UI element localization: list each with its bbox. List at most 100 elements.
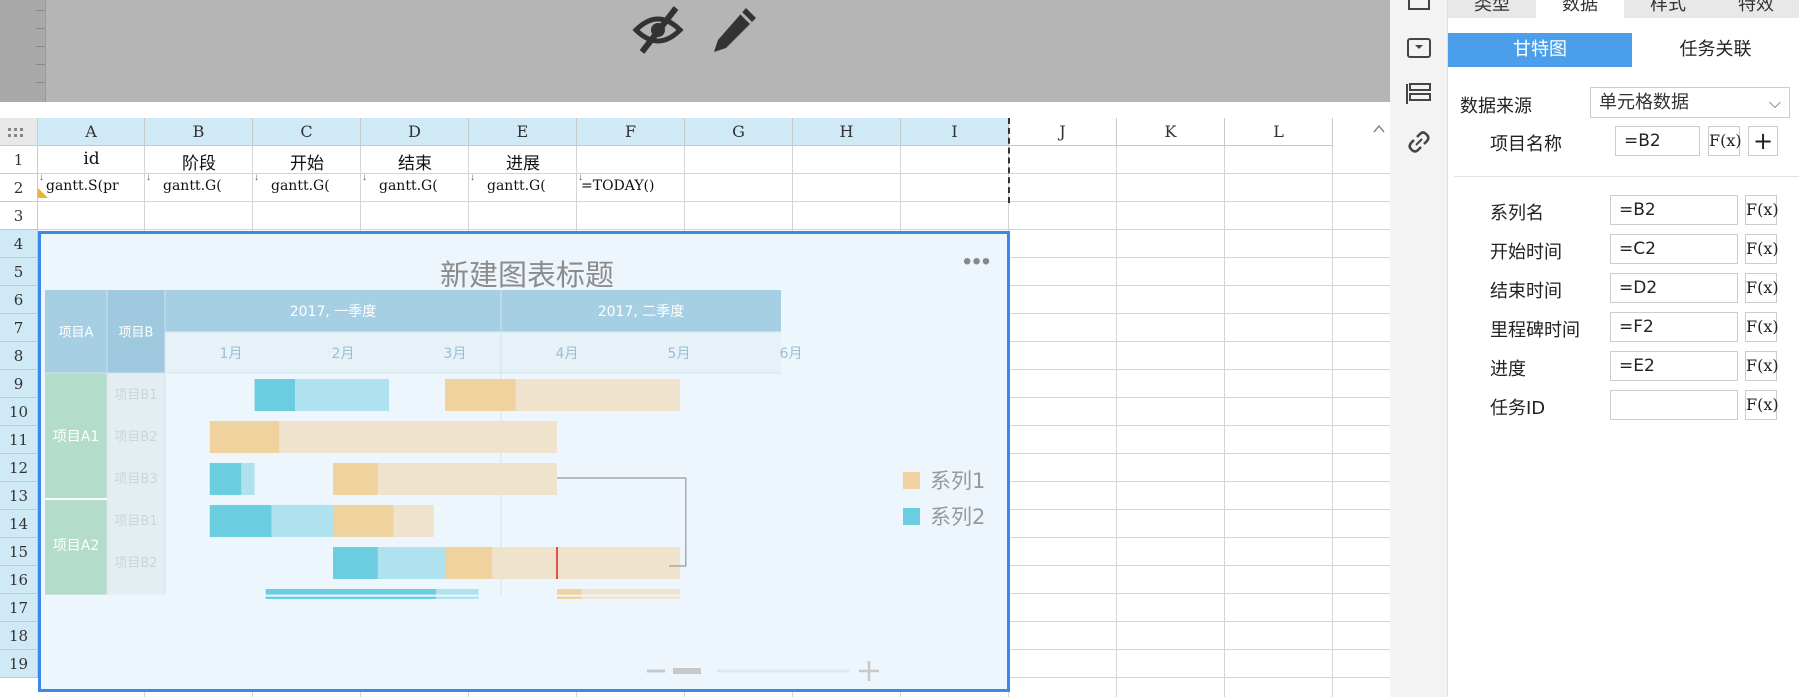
cell-A2[interactable]: gantt.S(pr: [38, 178, 145, 194]
field-row: 里程碑时间 =F2 F(x): [1448, 312, 1799, 342]
fx-button[interactable]: F(x): [1745, 234, 1779, 264]
row-header-5[interactable]: 5: [0, 258, 38, 286]
project-name-input[interactable]: =B2: [1615, 126, 1700, 156]
fx-button[interactable]: F(x): [1745, 312, 1779, 342]
cell-B1[interactable]: 阶段: [145, 149, 253, 174]
row-header-19[interactable]: 19: [0, 650, 38, 678]
gantt-bar-progress: [209, 505, 272, 537]
cell-C1[interactable]: 开始: [253, 149, 361, 174]
tab-data[interactable]: 数据: [1536, 0, 1624, 18]
row-header-3[interactable]: 3: [0, 202, 38, 230]
fx-button[interactable]: F(x): [1745, 273, 1779, 303]
dropdown-box-icon[interactable]: [1404, 33, 1434, 63]
field-input[interactable]: =E2: [1610, 351, 1738, 381]
column-header-E[interactable]: E: [469, 118, 577, 146]
row-header-6[interactable]: 6: [0, 286, 38, 314]
task-label: 项目B1: [114, 388, 157, 403]
field-label: 任务ID: [1490, 398, 1546, 419]
field-input[interactable]: [1610, 390, 1738, 420]
field-input[interactable]: =C2: [1610, 234, 1738, 264]
window-icon[interactable]: [1404, 0, 1434, 16]
row-header-7[interactable]: 7: [0, 314, 38, 342]
field-input[interactable]: =F2: [1610, 312, 1738, 342]
row-header-17[interactable]: 17: [0, 594, 38, 622]
row-header-13[interactable]: 13: [0, 482, 38, 510]
property-panel: 类型 数据 样式 特效 甘特图 任务关联 数据来源 单元格数据 ⌵ 项目名称 =…: [1448, 0, 1799, 697]
fx-button[interactable]: F(x): [1745, 390, 1779, 420]
link-icon[interactable]: [1404, 127, 1434, 157]
fx-button[interactable]: F(x): [1745, 351, 1779, 381]
data-source-value: 单元格数据: [1599, 92, 1689, 113]
column-header-F[interactable]: F: [577, 118, 685, 146]
data-source-select[interactable]: 单元格数据 ⌵: [1590, 87, 1790, 118]
column-header-H[interactable]: H: [793, 118, 901, 146]
grid-line: [38, 201, 1390, 202]
subtab-gantt[interactable]: 甘特图: [1448, 33, 1632, 67]
chart-legend: 系列1 系列2: [903, 462, 985, 534]
row-header-16[interactable]: 16: [0, 566, 38, 594]
fx-button[interactable]: F(x): [1745, 195, 1779, 225]
cell-C2[interactable]: gantt.G(: [253, 178, 361, 194]
grid-line: [38, 173, 1390, 174]
row-header-8[interactable]: 8: [0, 342, 38, 370]
scroll-up-icon[interactable]: [1372, 122, 1386, 136]
legend-item-series1[interactable]: 系列1: [903, 462, 985, 498]
quarter-label: 2017, 二季度: [598, 304, 685, 320]
fx-button[interactable]: F(x): [1708, 126, 1742, 156]
subtab-task-relation[interactable]: 任务关联: [1632, 33, 1799, 67]
column-header-L[interactable]: L: [1225, 118, 1333, 146]
spreadsheet-grid[interactable]: ABCDEFGHIJKL 1 2 3 4 5 6 7 8 9 10 11 12 13 14 15 16 17 18…: [0, 118, 1390, 697]
column-header-I[interactable]: I: [901, 118, 1009, 146]
cell-A1[interactable]: id: [38, 149, 145, 169]
tab-style[interactable]: 样式: [1624, 0, 1712, 16]
row-header-18[interactable]: 18: [0, 622, 38, 650]
column-headers: ABCDEFGHIJKL: [38, 118, 1390, 146]
legend-item-series2[interactable]: 系列2: [903, 498, 985, 534]
column-header-D[interactable]: D: [361, 118, 469, 146]
row-header-9[interactable]: 9: [0, 370, 38, 398]
column-header-C[interactable]: C: [253, 118, 361, 146]
tab-type[interactable]: 类型: [1448, 0, 1536, 16]
side-toolbar: [1390, 0, 1448, 697]
column-header-B[interactable]: B: [145, 118, 253, 146]
row-header-1[interactable]: 1: [0, 146, 38, 174]
cell-B2[interactable]: gantt.G(: [145, 178, 253, 194]
layout-icon[interactable]: [1404, 80, 1434, 110]
row-header-12[interactable]: 12: [0, 454, 38, 482]
field-input[interactable]: =B2: [1610, 195, 1738, 225]
tab-effect[interactable]: 特效: [1712, 0, 1799, 16]
row-header-15[interactable]: 15: [0, 538, 38, 566]
select-all-corner[interactable]: [0, 118, 38, 146]
gantt-bar-progress: [209, 421, 280, 453]
row-header-2[interactable]: 2: [0, 174, 38, 202]
row-header-4[interactable]: 4: [0, 230, 38, 258]
group-label: 项目A1: [53, 429, 99, 445]
pencil-icon[interactable]: [706, 4, 762, 56]
divider: [1454, 176, 1799, 177]
quarter-label: 2017, 一季度: [290, 304, 377, 320]
cell-F2[interactable]: =TODAY(): [577, 178, 685, 194]
cell-D1[interactable]: 结束: [361, 149, 469, 174]
field-input[interactable]: =D2: [1610, 273, 1738, 303]
cell-E2[interactable]: gantt.G(: [469, 178, 577, 194]
task-label: 项目B1: [114, 514, 157, 529]
column-header-G[interactable]: G: [685, 118, 793, 146]
gantt-bar-progress: [254, 379, 295, 411]
row-header-10[interactable]: 10: [0, 398, 38, 426]
month-label: 4月: [556, 346, 579, 362]
row-header-11[interactable]: 11: [0, 426, 38, 454]
column-header-A[interactable]: A: [38, 118, 145, 146]
chart-title[interactable]: 新建图表标题: [41, 252, 1013, 294]
gantt-chart[interactable]: 项目A 项目B 2017, 一季度 2017, 二季度 1月 2月 3月 4月 5月 6月 项目A1…: [38, 231, 1010, 692]
zoom-handle: [673, 668, 701, 674]
legend-label: 系列1: [930, 469, 986, 493]
cell-D2[interactable]: gantt.G(: [361, 178, 469, 194]
column-header-J[interactable]: J: [1009, 118, 1117, 146]
add-button[interactable]: +: [1748, 126, 1778, 156]
column-header-K[interactable]: K: [1117, 118, 1225, 146]
eye-off-icon[interactable]: [630, 4, 686, 56]
row-header-14[interactable]: 14: [0, 510, 38, 538]
cell-E1[interactable]: 进展: [469, 149, 577, 174]
sub-tabs: 甘特图 任务关联: [1448, 33, 1799, 67]
more-icon[interactable]: •••: [963, 248, 991, 276]
